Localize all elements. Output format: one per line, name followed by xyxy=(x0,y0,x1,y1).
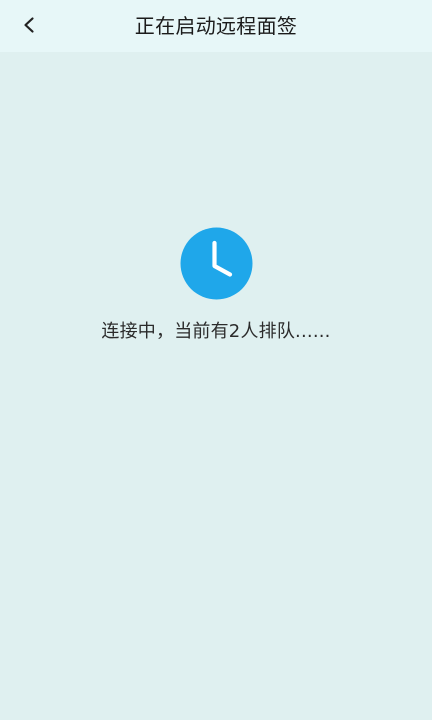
page-title: 正在启动远程面签 xyxy=(134,14,298,38)
clock-icon xyxy=(180,227,253,300)
top-app-bar: 正在启动远程面签 xyxy=(0,0,432,52)
waiting-content: 连接中，当前有2人排队...... xyxy=(0,52,432,720)
connection-status-text: 连接中，当前有2人排队...... xyxy=(101,321,331,342)
